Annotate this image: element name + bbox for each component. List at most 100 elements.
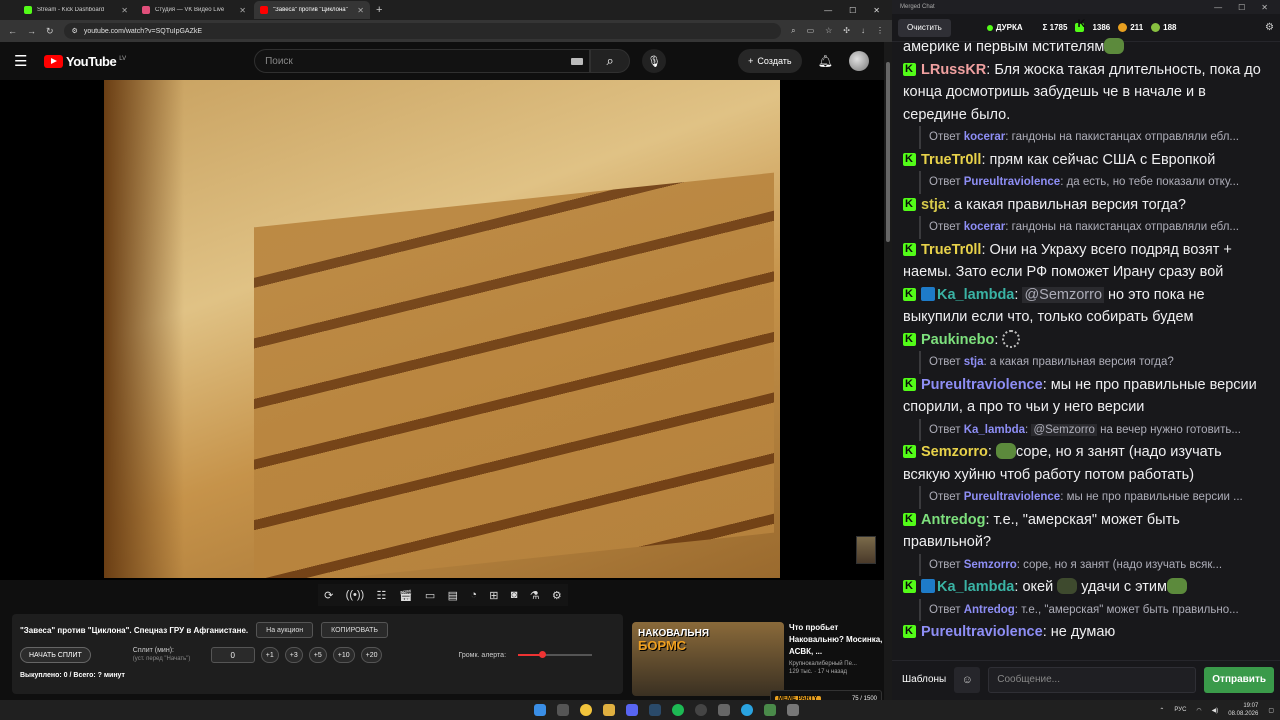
reply-username[interactable]: Antredog [964,604,1015,616]
close-icon[interactable]: ✕ [239,6,246,15]
back-icon[interactable]: ← [8,26,17,36]
extensions-icon[interactable]: ✣ [843,26,850,36]
chat-username[interactable]: Paukinebo [921,332,994,348]
maximize-button[interactable]: ☐ [849,6,856,15]
recommended-video[interactable]: НАКОВАЛЬНЯ БОРМС Что пробьет Наковальню?… [632,622,882,696]
voice-search-button[interactable]: 🎙︎ [642,49,667,73]
page-scrollbar[interactable] [884,42,892,700]
hamburger-menu-icon[interactable]: ☰ [14,52,44,70]
windows-start-icon[interactable] [534,704,546,716]
reply-line[interactable]: Ответ kocerar: гандоны на пакистанцах от… [919,126,1270,149]
slider-knob[interactable] [539,651,547,658]
notifications-icon[interactable]: ▢ [1268,707,1274,714]
reply-username[interactable]: Semzorro [964,559,1017,571]
search-button[interactable]: ⌕ [590,49,631,73]
templates-button[interactable]: Шаблоны [902,674,946,685]
increment-button[interactable]: +10 [332,647,355,663]
reply-line[interactable]: Ответ Antredog: т.е., "амерская" может б… [919,598,1270,621]
chat-username[interactable]: Semzorro [921,444,988,460]
chat-username[interactable]: stja [921,197,946,213]
auction-button[interactable]: На аукцион [256,622,314,638]
search-input[interactable]: Поиск [254,49,591,73]
increment-button[interactable]: +1 [260,647,279,663]
emoji-button[interactable]: ☺ [954,666,981,693]
chat-username[interactable]: TrueTr0ll [921,152,981,168]
reply-line[interactable]: Ответ Ka_lambda: @Semzorro на вечер нужн… [919,418,1270,441]
miniplayer-thumbnail[interactable] [856,536,876,564]
reply-username[interactable]: kocerar [964,131,1006,143]
add-screen-icon[interactable]: ⊞ [489,589,498,602]
scrollbar-thumb[interactable] [886,62,890,242]
send-button[interactable]: Отправить [1204,666,1274,693]
telegram-icon[interactable] [741,704,753,716]
reply-username[interactable]: Pureultraviolence [964,491,1061,503]
camera-icon[interactable]: ◙ [511,589,518,601]
message-input[interactable]: Сообщение... [988,666,1197,693]
youtube-logo[interactable]: YouTube LV [44,54,126,69]
chrome-icon[interactable] [580,704,592,716]
maximize-button[interactable]: ☐ [1238,3,1245,12]
flask-icon[interactable]: ⚗ [530,589,540,602]
chat-username[interactable]: LRussKR [921,62,986,78]
menu-icon[interactable]: ⋮ [876,26,884,36]
spotify-icon[interactable] [672,704,684,716]
playlist-icon[interactable]: ☷ [376,589,386,602]
avatar[interactable] [848,51,869,71]
video-player[interactable] [0,80,884,580]
app-icon[interactable] [718,704,730,716]
mention[interactable]: @Semzorro [1022,286,1105,303]
tab-kick-dashboard[interactable]: Stream - Kick Dashboard ✕ [18,1,134,19]
app-icon[interactable] [764,704,776,716]
chat-messages[interactable]: америке и первым мстителям LRussKR: Бля ж… [892,36,1280,658]
theater-icon[interactable]: ▭ [425,589,435,602]
minimize-button[interactable]: — [1214,3,1222,12]
video-frame[interactable] [104,80,780,578]
chat-username[interactable]: Ka_lambda [937,579,1014,595]
close-window-button[interactable]: ✕ [1261,3,1268,12]
steam-icon[interactable] [649,704,661,716]
copy-button[interactable]: КОПИРОВАТЬ [321,622,388,638]
tray-arrow-icon[interactable]: ⌃ [1159,707,1164,714]
increment-button[interactable]: +20 [360,647,383,663]
reply-line[interactable]: Ответ Pureultraviolence: да есть, но теб… [919,171,1270,194]
discord-icon[interactable] [626,704,638,716]
alert-volume-slider[interactable] [518,651,593,658]
search-icon[interactable] [557,704,569,716]
increment-button[interactable]: +5 [308,647,327,663]
forward-icon[interactable]: → [27,26,36,36]
settings-icon[interactable]: ⚙ [552,589,562,602]
chat-username[interactable]: Ka_lambda [937,287,1014,303]
folder-icon[interactable] [603,704,615,716]
create-button[interactable]: + Создать [738,49,802,73]
reply-line[interactable]: Ответ stja: а какая правильная версия то… [919,351,1270,374]
recommended-thumbnail[interactable]: НАКОВАЛЬНЯ БОРМС [632,622,784,696]
download-icon[interactable]: ↓ [861,26,865,36]
minimize-button[interactable]: — [824,6,832,15]
reply-line[interactable]: Ответ Semzorro: соре, но я занят (надо и… [919,553,1270,576]
chat-settings-icon[interactable]: ⚙ [1265,22,1274,33]
keyboard-icon[interactable] [571,57,584,65]
chat-username[interactable]: Antredog [921,512,985,528]
start-split-button[interactable]: НАЧАТЬ СПЛИТ [20,647,91,663]
close-icon[interactable]: ✕ [121,6,128,15]
chat-username[interactable]: TrueTr0ll [921,242,981,258]
tab-youtube-video[interactable]: "Завеса" против "Циклона" ✕ [254,1,370,19]
tab-vk-studio[interactable]: Студия — VK Видео Live ✕ [136,1,252,19]
close-icon[interactable]: ✕ [357,6,364,15]
zoom-icon[interactable]: ⌕ [791,26,795,36]
reload-icon[interactable]: ↻ [46,26,54,37]
close-window-button[interactable]: ✕ [873,6,880,15]
loop-icon[interactable]: ⟳ [324,589,333,602]
broadcast-icon[interactable]: ((•)) [346,589,365,601]
bell-icon[interactable]: 🔔︎ [818,54,833,68]
chat-username[interactable]: Pureultraviolence [921,377,1043,393]
cast-icon[interactable]: ▭ [807,26,815,36]
wifi-icon[interactable]: ◠ [1196,707,1201,714]
recommended-channel[interactable]: Крупнокалиберный Пе... [789,661,885,667]
clear-chat-button[interactable]: Очистить [898,18,951,37]
new-tab-button[interactable]: + [376,4,382,16]
url-field[interactable]: ⚙ youtube.com/watch?v=SQTuIpGAZkE [63,23,782,39]
site-info-icon[interactable]: ⚙ [72,27,78,35]
reply-username[interactable]: kocerar [964,221,1006,233]
reply-username[interactable]: stja [964,356,984,368]
